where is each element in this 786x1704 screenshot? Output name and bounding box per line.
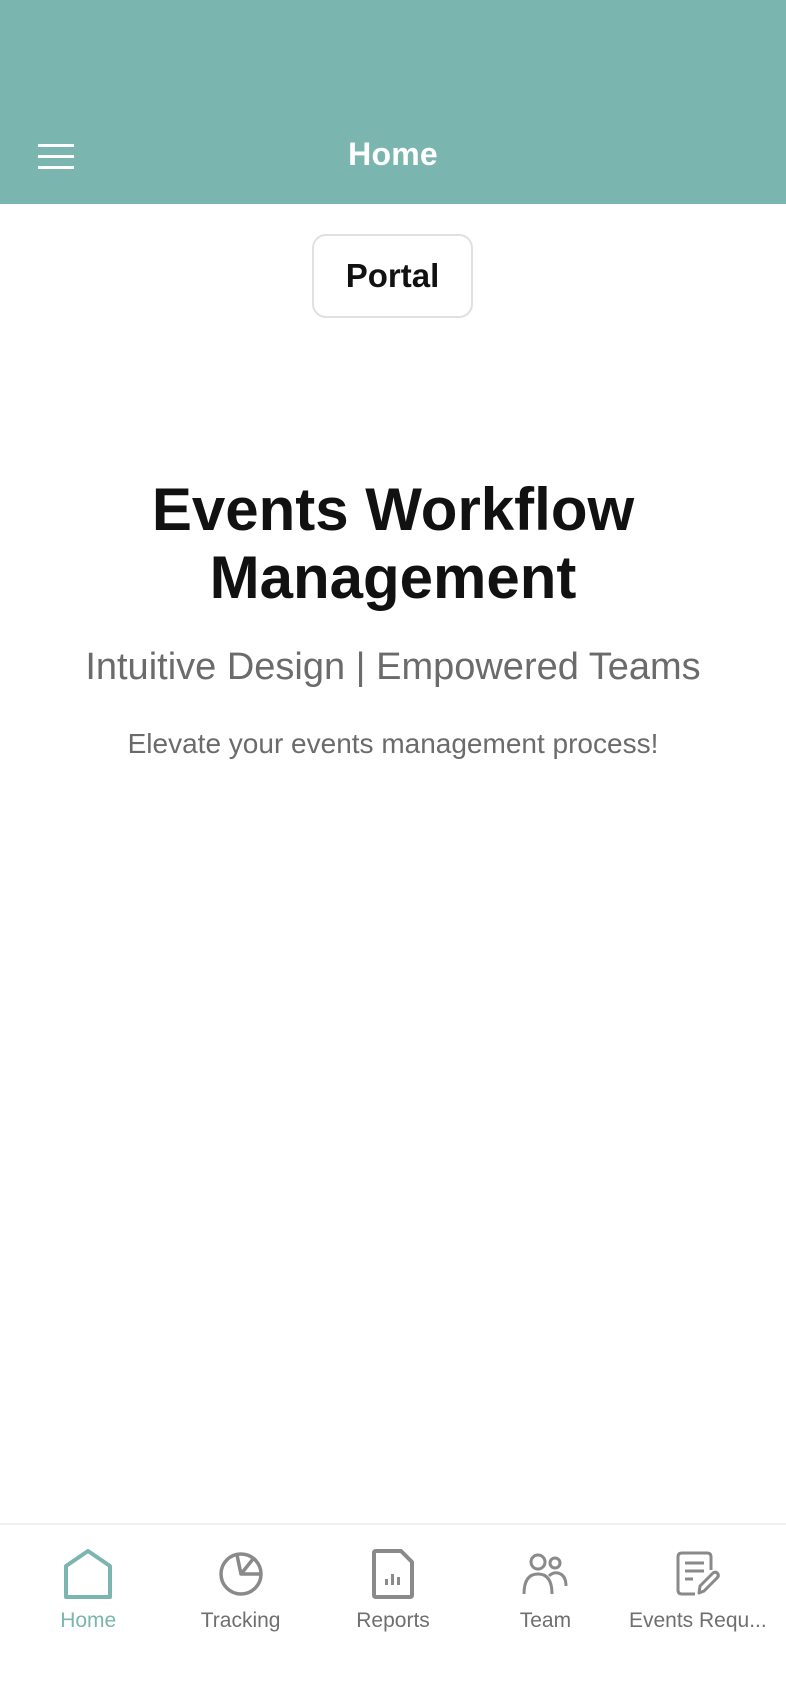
hero-subtitle: Intuitive Design | Empowered Teams bbox=[85, 646, 701, 688]
tab-team[interactable]: Team bbox=[469, 1525, 621, 1704]
hero-tagline: Elevate your events management process! bbox=[127, 728, 659, 759]
people-icon bbox=[518, 1547, 572, 1601]
hero-title-text: Events Workflow Management bbox=[151, 476, 635, 611]
tab-tracking[interactable]: Tracking bbox=[164, 1525, 316, 1704]
app-header: Home bbox=[0, 0, 786, 204]
bottom-tab-bar: Home Tracking Reports Team Events Requ..… bbox=[0, 1523, 786, 1704]
tab-label: Events Requ... bbox=[628, 1609, 767, 1632]
tab-label: Home bbox=[60, 1609, 117, 1632]
tab-home[interactable]: Home bbox=[12, 1525, 164, 1704]
pie-chart-icon bbox=[214, 1547, 268, 1601]
tab-reports[interactable]: Reports bbox=[317, 1525, 469, 1704]
tab-label: Reports bbox=[356, 1609, 430, 1632]
document-edit-icon bbox=[671, 1547, 725, 1601]
portal-button[interactable]: Portal bbox=[312, 234, 473, 318]
page-title: Home bbox=[348, 136, 438, 172]
tab-label: Team bbox=[519, 1609, 572, 1632]
report-document-icon bbox=[366, 1547, 420, 1601]
home-icon bbox=[61, 1547, 115, 1601]
tab-label: Tracking bbox=[200, 1609, 281, 1632]
hero-title: Events Workflow Management bbox=[0, 476, 786, 612]
tab-events-requests[interactable]: Events Requ... bbox=[622, 1525, 774, 1704]
